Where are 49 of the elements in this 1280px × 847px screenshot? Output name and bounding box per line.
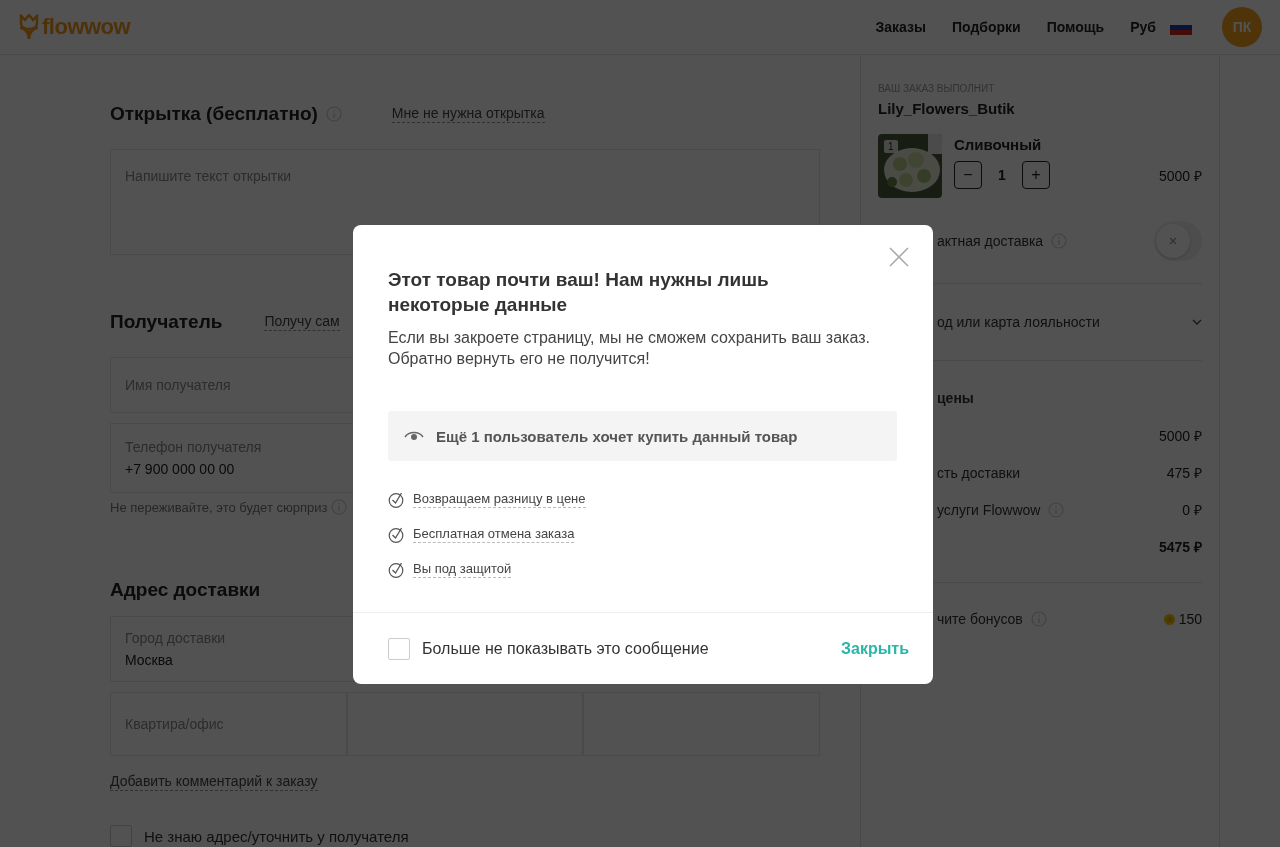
nav-link[interactable]: Заказы xyxy=(875,19,926,35)
pickup-link[interactable]: Получу сам xyxy=(264,313,340,331)
check-circle-icon xyxy=(388,491,404,508)
price-value: 0 ₽ xyxy=(1182,501,1202,519)
quantity-badge: 1 xyxy=(884,140,898,153)
bonus-label: чите бонусов xyxy=(937,611,1023,627)
coin-icon xyxy=(1163,613,1175,625)
close-link[interactable]: Закрыть xyxy=(840,639,909,658)
checkbox[interactable] xyxy=(388,637,410,660)
nav-link[interactable]: Подборки xyxy=(951,19,1021,35)
price-value: 5000 ₽ xyxy=(1158,427,1202,445)
check-circle-icon xyxy=(388,526,404,543)
contactless-label: актная доставка xyxy=(937,232,1044,249)
user-avatar[interactable]: ПК xyxy=(1222,7,1262,47)
checkbox-label: Не знаю адрес/уточнить у получателя xyxy=(144,827,409,845)
section-title: Адрес доставки xyxy=(110,579,261,601)
add-comment-link[interactable]: Добавить комментарий к заказу xyxy=(110,773,318,791)
bonus-value: 150 xyxy=(1178,611,1202,627)
price-value: 475 ₽ xyxy=(1166,464,1202,482)
modal-title: Этот товар почти ваш! Нам нужны лишь некоторые данные xyxy=(388,268,770,317)
close-button[interactable] xyxy=(889,247,909,267)
shop-name: Lily_Flowers_Butik xyxy=(878,100,1016,117)
checkbox-label: Больше не показывать это сообщение xyxy=(422,639,709,658)
benefit-link[interactable]: Вы под защитой xyxy=(413,561,512,578)
nav-link[interactable]: Помощь xyxy=(1046,19,1105,35)
benefit-link[interactable]: Возвращаем разницу в цене xyxy=(413,491,586,508)
logo[interactable]: flowwow xyxy=(18,14,131,40)
decrease-button[interactable]: − xyxy=(954,161,982,189)
price-label: сть доставки xyxy=(937,464,1020,481)
alert-text: Ещё 1 пользователь хочет купить данный товар xyxy=(436,427,798,445)
check-circle-icon xyxy=(388,561,404,578)
price-label: услуги Flowwow xyxy=(937,501,1041,518)
section-title: Открытка (бесплатно) xyxy=(110,103,318,125)
prices-title: цены xyxy=(937,390,974,406)
modal-text: Если вы закроете страницу, мы не сможем сохранить ваш заказ. Обратно вернуть его не получится! xyxy=(388,328,871,369)
promo-label[interactable]: од или карта лояльности xyxy=(937,314,1100,330)
currency-selector[interactable]: Руб xyxy=(1130,19,1156,35)
chevron-down-icon[interactable] xyxy=(1192,319,1202,325)
eye-icon xyxy=(404,430,424,442)
contactless-toggle[interactable] xyxy=(1154,220,1202,261)
close-icon xyxy=(1169,236,1177,245)
product-name: Сливочный xyxy=(954,136,1043,153)
no-card-link[interactable]: Мне не нужна открытка xyxy=(391,105,545,123)
product-price: 5000 ₽ xyxy=(1158,166,1202,185)
total-price: 5475 ₽ xyxy=(1158,538,1202,556)
benefit-link[interactable]: Бесплатная отмена заказа xyxy=(413,526,575,543)
increase-button[interactable]: + xyxy=(1022,161,1050,189)
section-title: Получатель xyxy=(110,311,223,333)
quantity: 1 xyxy=(997,167,1007,183)
